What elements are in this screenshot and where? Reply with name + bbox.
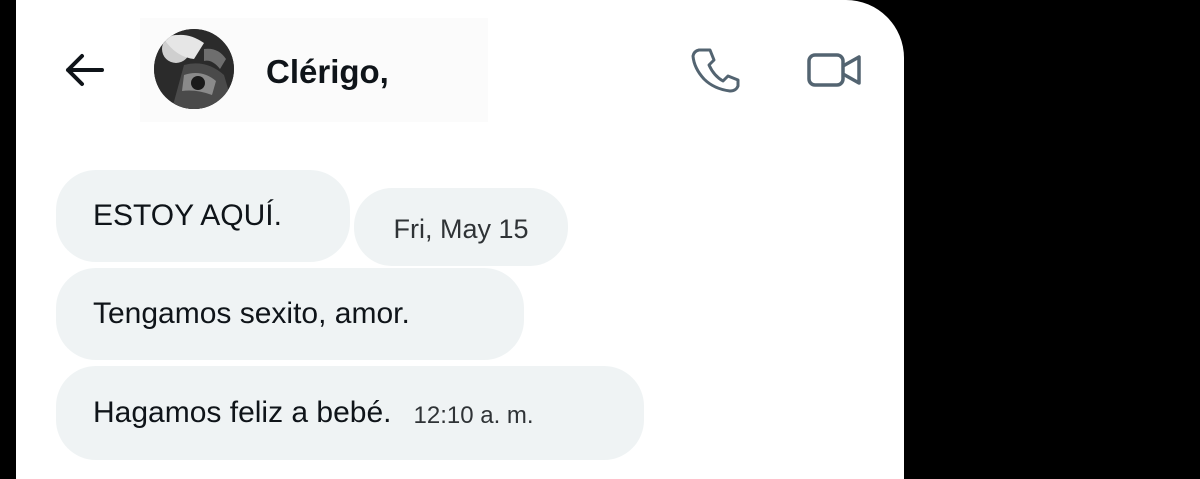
avatar-image [154, 29, 234, 109]
chat-header: Clérigo, [16, 0, 904, 140]
date-separator: Fri, May 15 [354, 188, 568, 266]
message-text: ESTOY AQUÍ. [93, 199, 282, 232]
video-call-button[interactable] [804, 46, 864, 94]
chat-screen: Clérigo, ESTOY AQUÍ. Fri, May 15 Tengamo… [16, 0, 904, 479]
avatar[interactable] [154, 29, 234, 109]
video-camera-icon [807, 53, 861, 87]
message-text: Tengamos sexito, amor. [93, 297, 410, 330]
message-timestamp: 12:10 a. m. [413, 402, 534, 429]
message-bubble[interactable]: ESTOY AQUÍ. [56, 170, 350, 262]
call-button[interactable] [690, 46, 742, 94]
phone-icon [691, 48, 740, 93]
message-bubble[interactable]: Hagamos feliz a bebé. 12:10 a. m. [56, 366, 644, 460]
arrow-left-icon [66, 54, 104, 86]
message-bubble[interactable]: Tengamos sexito, amor. [56, 268, 524, 360]
message-text: Hagamos feliz a bebé. [93, 396, 392, 429]
contact-name[interactable]: Clérigo, [266, 50, 389, 94]
back-button[interactable] [60, 50, 108, 90]
